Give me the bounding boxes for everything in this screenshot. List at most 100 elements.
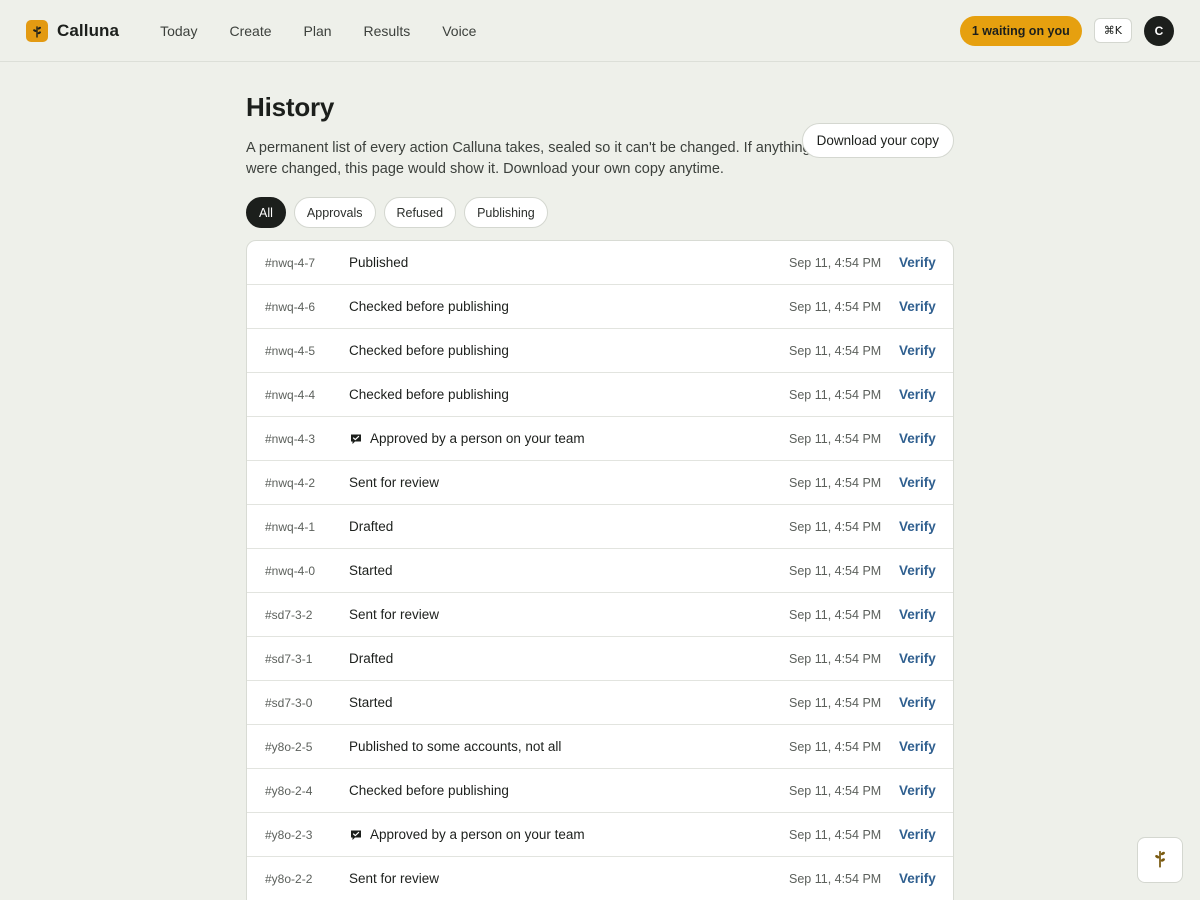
entry-timestamp: Sep 11, 4:54 PM bbox=[789, 475, 882, 490]
table-row: #y8o-2-5 Published to some accounts, not … bbox=[247, 725, 953, 769]
entry-action-label: Checked before publishing bbox=[349, 343, 509, 358]
entry-timestamp: Sep 11, 4:54 PM bbox=[789, 563, 882, 578]
history-page: History Download your copy A permanent l… bbox=[246, 92, 954, 900]
entry-id: #sd7-3-0 bbox=[265, 695, 313, 710]
entry-id: #nwq-4-4 bbox=[265, 387, 316, 402]
brand-name: Calluna bbox=[57, 20, 120, 40]
entry-timestamp: Sep 11, 4:54 PM bbox=[789, 519, 882, 534]
entry-id: #nwq-4-0 bbox=[265, 563, 316, 578]
calluna-sprig-icon bbox=[1151, 848, 1169, 873]
entry-timestamp: Sep 11, 4:54 PM bbox=[789, 343, 882, 358]
entry-action-label: Checked before publishing bbox=[349, 783, 509, 798]
nav-plan[interactable]: Plan bbox=[304, 23, 332, 39]
table-row: #y8o-2-2 Sent for review Sep 11, 4:54 PM Ve… bbox=[247, 857, 953, 900]
entry-id: #nwq-4-3 bbox=[265, 431, 316, 446]
nav-results[interactable]: Results bbox=[364, 23, 411, 39]
download-copy-button[interactable]: Download your copy bbox=[801, 123, 954, 158]
entry-action: Started bbox=[349, 695, 789, 710]
table-row: #y8o-2-4 Checked before publishing Sep 11,… bbox=[247, 769, 953, 813]
entry-action-label: Published to some accounts, not all bbox=[349, 739, 562, 754]
verify-link[interactable]: Verify bbox=[899, 827, 936, 842]
verify-link[interactable]: Verify bbox=[899, 607, 936, 622]
brand[interactable]: Calluna bbox=[26, 19, 120, 42]
table-row: #nwq-4-7 Published Sep 11, 4:54 PM Verify bbox=[247, 241, 953, 285]
entry-action: Drafted bbox=[349, 519, 789, 534]
filter-chips: All Approvals Refused Publishing bbox=[246, 197, 954, 228]
verify-link[interactable]: Verify bbox=[899, 255, 936, 270]
entry-action-label: Sent for review bbox=[349, 871, 440, 886]
entry-action-label: Drafted bbox=[349, 519, 394, 534]
entry-action: Sent for review bbox=[349, 871, 789, 886]
entry-action: Started bbox=[349, 563, 789, 578]
top-bar: Calluna Today Create Plan Results Voice … bbox=[0, 0, 1200, 62]
nav-today[interactable]: Today bbox=[160, 23, 197, 39]
entry-action-label: Published bbox=[349, 255, 409, 270]
entry-action-label: Sent for review bbox=[349, 607, 440, 622]
table-row: #nwq-4-3 Approved by a person on your tea… bbox=[247, 417, 953, 461]
entry-action: Published bbox=[349, 255, 789, 270]
entry-action-label: Approved by a person on your team bbox=[370, 827, 585, 842]
table-row: #sd7-3-2 Sent for review Sep 11, 4:54 PM Ve… bbox=[247, 593, 953, 637]
entry-id: #sd7-3-1 bbox=[265, 651, 313, 666]
entry-action-label: Approved by a person on your team bbox=[370, 431, 585, 446]
verify-link[interactable]: Verify bbox=[899, 343, 936, 358]
waiting-on-you-button[interactable]: 1 waiting on you bbox=[959, 15, 1082, 46]
entry-id: #nwq-4-7 bbox=[265, 255, 316, 270]
verify-link[interactable]: Verify bbox=[899, 431, 936, 446]
entry-action: Checked before publishing bbox=[349, 343, 789, 358]
entry-id: #y8o-2-2 bbox=[265, 871, 313, 886]
table-row: #nwq-4-2 Sent for review Sep 11, 4:54 PM Ve… bbox=[247, 461, 953, 505]
verify-link[interactable]: Verify bbox=[899, 299, 936, 314]
table-row: #nwq-4-0 Started Sep 11, 4:54 PM Verify bbox=[247, 549, 953, 593]
nav-voice[interactable]: Voice bbox=[442, 23, 476, 39]
approval-chat-icon bbox=[349, 432, 363, 446]
verify-link[interactable]: Verify bbox=[899, 871, 936, 886]
verify-link[interactable]: Verify bbox=[899, 651, 936, 666]
entry-id: #nwq-4-6 bbox=[265, 299, 316, 314]
filter-refused[interactable]: Refused bbox=[383, 197, 457, 228]
entry-id: #y8o-2-5 bbox=[265, 739, 313, 754]
verify-link[interactable]: Verify bbox=[899, 739, 936, 754]
entry-id: #nwq-4-2 bbox=[265, 475, 316, 490]
entry-id: #nwq-4-5 bbox=[265, 343, 316, 358]
filter-publishing[interactable]: Publishing bbox=[464, 197, 548, 228]
verify-link[interactable]: Verify bbox=[899, 563, 936, 578]
entry-action: Sent for review bbox=[349, 607, 789, 622]
table-row: #nwq-4-6 Checked before publishing Sep 11,… bbox=[247, 285, 953, 329]
filter-approvals[interactable]: Approvals bbox=[293, 197, 376, 228]
entry-timestamp: Sep 11, 4:54 PM bbox=[789, 827, 882, 842]
page-title: History bbox=[246, 92, 335, 122]
entry-timestamp: Sep 11, 4:54 PM bbox=[789, 255, 882, 270]
table-row: #nwq-4-5 Checked before publishing Sep 11,… bbox=[247, 329, 953, 373]
nav-create[interactable]: Create bbox=[229, 23, 271, 39]
entry-timestamp: Sep 11, 4:54 PM bbox=[789, 695, 882, 710]
entry-timestamp: Sep 11, 4:54 PM bbox=[789, 431, 882, 446]
table-row: #y8o-2-3 Approved by a person on your tea… bbox=[247, 813, 953, 857]
entry-timestamp: Sep 11, 4:54 PM bbox=[789, 299, 882, 314]
entry-action-label: Sent for review bbox=[349, 475, 440, 490]
entry-action-label: Checked before publishing bbox=[349, 299, 509, 314]
verify-link[interactable]: Verify bbox=[899, 695, 936, 710]
entry-action: Approved by a person on your team bbox=[349, 827, 789, 842]
entry-timestamp: Sep 11, 4:54 PM bbox=[789, 871, 882, 886]
entry-action-label: Started bbox=[349, 695, 393, 710]
entry-timestamp: Sep 11, 4:54 PM bbox=[789, 387, 882, 402]
entry-action: Sent for review bbox=[349, 475, 789, 490]
verify-link[interactable]: Verify bbox=[899, 475, 936, 490]
table-row: #sd7-3-1 Drafted Sep 11, 4:54 PM Verify bbox=[247, 637, 953, 681]
verify-link[interactable]: Verify bbox=[899, 519, 936, 534]
table-row: #nwq-4-1 Drafted Sep 11, 4:54 PM Verify bbox=[247, 505, 953, 549]
verify-link[interactable]: Verify bbox=[899, 387, 936, 402]
entry-id: #sd7-3-2 bbox=[265, 607, 313, 622]
entry-action: Drafted bbox=[349, 651, 789, 666]
entry-timestamp: Sep 11, 4:54 PM bbox=[789, 739, 882, 754]
avatar[interactable]: C bbox=[1144, 15, 1174, 46]
verify-link[interactable]: Verify bbox=[899, 783, 936, 798]
entry-id: #nwq-4-1 bbox=[265, 519, 316, 534]
assistant-button[interactable] bbox=[1137, 837, 1183, 883]
entry-action: Approved by a person on your team bbox=[349, 431, 789, 446]
entry-id: #y8o-2-4 bbox=[265, 783, 313, 798]
filter-all[interactable]: All bbox=[246, 197, 286, 228]
command-palette-shortcut[interactable]: ⌘K bbox=[1093, 18, 1132, 43]
entry-action-label: Checked before publishing bbox=[349, 387, 509, 402]
